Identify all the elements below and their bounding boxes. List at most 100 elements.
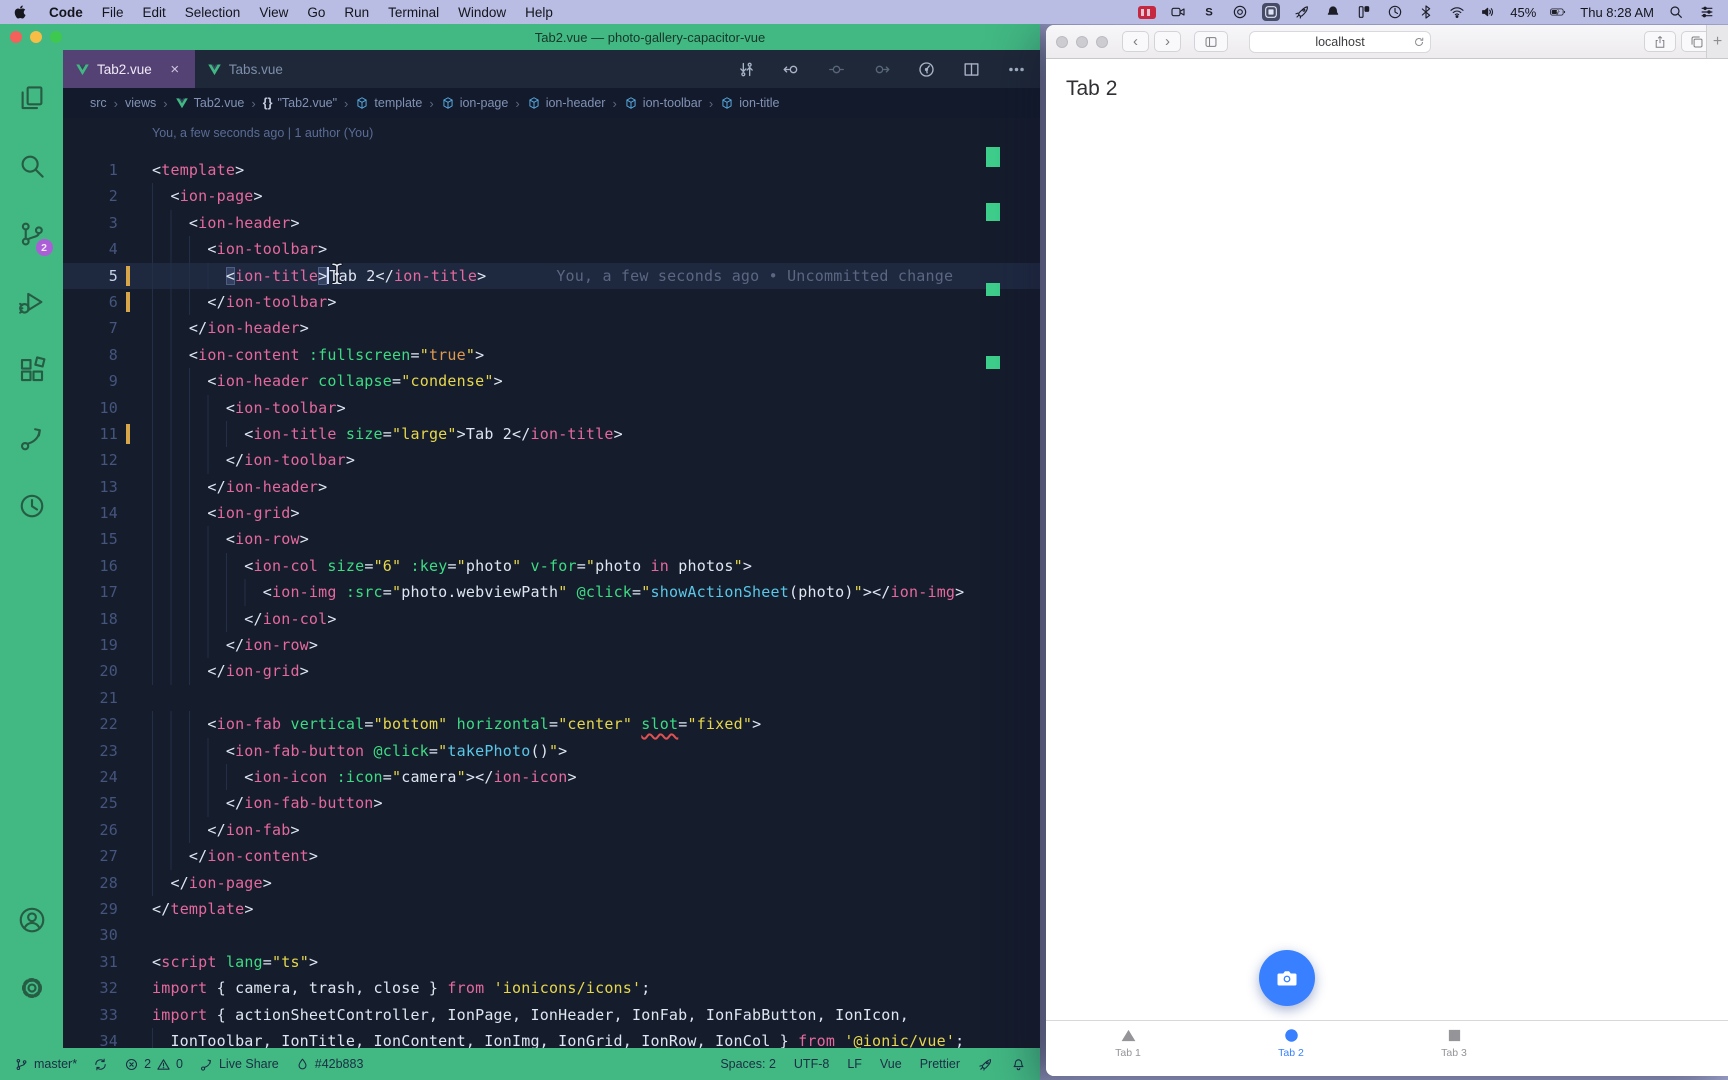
code-line-30[interactable]: 30: [63, 922, 1040, 948]
code-line-7[interactable]: 7</ion-header>: [63, 315, 1040, 341]
change-icon[interactable]: [827, 60, 846, 79]
code-line-2[interactable]: 2<ion-page>: [63, 183, 1040, 209]
vscode-title-bar[interactable]: Tab2.vue — photo-gallery-capacitor-vue: [0, 24, 1040, 50]
settings-icon[interactable]: [9, 954, 55, 1022]
editor-tab-tab2vue[interactable]: Tab2.vue×: [63, 50, 195, 88]
status-utf8[interactable]: UTF-8: [794, 1057, 829, 1071]
account-icon[interactable]: [9, 886, 55, 954]
split-editor-icon[interactable]: [962, 60, 981, 79]
app-tab-tab2[interactable]: Tab 2: [1248, 1028, 1334, 1059]
minimize-window-button[interactable]: [30, 31, 42, 43]
menu-item-selection[interactable]: Selection: [185, 5, 241, 20]
safari-minimize-button[interactable]: [1076, 36, 1088, 48]
code-line-10[interactable]: 10<ion-toolbar>: [63, 395, 1040, 421]
breadcrumb-item-tab2vue[interactable]: {}"Tab2.vue": [263, 96, 337, 110]
code-line-15[interactable]: 15<ion-row>: [63, 526, 1040, 552]
source-control-icon[interactable]: 2: [9, 200, 55, 268]
safari-close-button[interactable]: [1056, 36, 1068, 48]
code-line-5[interactable]: 5<ion-title>Tab 2</ion-title>You, a few …: [63, 263, 1040, 289]
safari-zoom-button[interactable]: [1096, 36, 1108, 48]
code-line-22[interactable]: 22<ion-fab vertical="bottom" horizontal=…: [63, 711, 1040, 737]
code-line-17[interactable]: 17<ion-img :src="photo.webviewPath" @cli…: [63, 579, 1040, 605]
code-line-29[interactable]: 29</template>: [63, 896, 1040, 922]
menu-item-go[interactable]: Go: [307, 5, 325, 20]
status-prettier[interactable]: Prettier: [920, 1057, 960, 1071]
compare-icon[interactable]: [737, 60, 756, 79]
code-line-19[interactable]: 19</ion-row>: [63, 632, 1040, 658]
menu-item-view[interactable]: View: [259, 5, 288, 20]
menu-item-code[interactable]: Code: [49, 5, 83, 20]
status-lf[interactable]: LF: [847, 1057, 862, 1071]
status-spaces2[interactable]: Spaces: 2: [720, 1057, 776, 1071]
video-camera-icon[interactable]: [1169, 3, 1187, 21]
status-rocket[interactable]: [978, 1057, 993, 1072]
extensions-icon[interactable]: [9, 336, 55, 404]
breadcrumb-item-ionheader[interactable]: ion-header: [527, 96, 606, 110]
status-2[interactable]: 20: [124, 1057, 183, 1072]
more-icon[interactable]: [1007, 60, 1026, 79]
spotlight-icon[interactable]: [1667, 3, 1685, 21]
screen-record-icon[interactable]: [1138, 6, 1156, 19]
zoom-window-button[interactable]: [50, 31, 62, 43]
menu-item-file[interactable]: File: [102, 5, 124, 20]
code-line-13[interactable]: 13</ion-header>: [63, 474, 1040, 500]
status-bell[interactable]: [1011, 1057, 1026, 1072]
code-line-33[interactable]: 33import { actionSheetController, IonPag…: [63, 1002, 1040, 1028]
status-42b883[interactable]: #42b883: [295, 1057, 364, 1072]
code-line-8[interactable]: 8<ion-content :fullscreen="true">: [63, 342, 1040, 368]
code-line-21[interactable]: 21: [63, 685, 1040, 711]
status-liveshare[interactable]: Live Share: [199, 1057, 279, 1072]
code-line-11[interactable]: 11<ion-title size="large">Tab 2</ion-tit…: [63, 421, 1040, 447]
code-line-24[interactable]: 24<ion-icon :icon="camera"></ion-icon>: [63, 764, 1040, 790]
menu-item-terminal[interactable]: Terminal: [388, 5, 439, 20]
forward-button[interactable]: ›: [1154, 31, 1181, 52]
new-tab-button[interactable]: +: [1706, 25, 1728, 58]
menu-item-help[interactable]: Help: [525, 5, 553, 20]
breadcrumb-item-ionpage[interactable]: ion-page: [441, 96, 509, 110]
status-vue[interactable]: Vue: [880, 1057, 902, 1071]
breadcrumb-item-tab2vue[interactable]: Tab2.vue: [175, 96, 245, 110]
app-tab-tab1[interactable]: Tab 1: [1085, 1028, 1171, 1059]
editor-tab-tabsvue[interactable]: Tabs.vue: [195, 50, 295, 88]
gitlens-authors-lens[interactable]: You, a few seconds ago | 1 author (You): [152, 126, 373, 140]
clock-menu-icon[interactable]: [1386, 3, 1404, 21]
code-line-32[interactable]: 32import { camera, trash, close } from '…: [63, 975, 1040, 1001]
code-line-26[interactable]: 26</ion-fab>: [63, 817, 1040, 843]
reload-icon[interactable]: [1413, 36, 1425, 48]
code-line-20[interactable]: 20</ion-grid>: [63, 658, 1040, 684]
wifi-icon[interactable]: [1448, 3, 1466, 21]
code-line-14[interactable]: 14<ion-grid>: [63, 500, 1040, 526]
code-line-12[interactable]: 12</ion-toolbar>: [63, 447, 1040, 473]
disc-icon[interactable]: [1231, 3, 1249, 21]
screen-capture-icon[interactable]: [1262, 3, 1280, 21]
breadcrumb-item-src[interactable]: src: [90, 96, 107, 110]
code-line-9[interactable]: 9<ion-header collapse="condense">: [63, 368, 1040, 394]
code-line-4[interactable]: 4<ion-toolbar>: [63, 236, 1040, 262]
volume-icon[interactable]: [1479, 3, 1497, 21]
camera-fab-button[interactable]: [1259, 950, 1315, 1006]
code-line-3[interactable]: 3<ion-header>: [63, 210, 1040, 236]
code-line-28[interactable]: 28</ion-page>: [63, 870, 1040, 896]
menu-item-window[interactable]: Window: [458, 5, 506, 20]
breadcrumb-item-views[interactable]: views: [125, 96, 156, 110]
menu-clock[interactable]: Thu 8:28 AM: [1580, 5, 1654, 20]
debug-icon[interactable]: [9, 268, 55, 336]
app-tab-tab3[interactable]: Tab 3: [1411, 1028, 1497, 1059]
code-line-16[interactable]: 16<ion-col size="6" :key="photo" v-for="…: [63, 553, 1040, 579]
search-icon[interactable]: [9, 132, 55, 200]
code-line-18[interactable]: 18</ion-col>: [63, 606, 1040, 632]
prev-change-icon[interactable]: [782, 60, 801, 79]
rocket-icon[interactable]: [1293, 3, 1311, 21]
code-line-31[interactable]: 31<script lang="ts">: [63, 949, 1040, 975]
close-window-button[interactable]: [10, 31, 22, 43]
code-editor[interactable]: You, a few seconds ago | 1 author (You) …: [63, 118, 1040, 1048]
close-tab-icon[interactable]: ×: [167, 61, 183, 78]
battery-icon[interactable]: [1549, 3, 1567, 21]
breadcrumb-item-iontitle[interactable]: ion-title: [720, 96, 779, 110]
control-center-icon[interactable]: [1698, 3, 1716, 21]
apple-menu-icon[interactable]: [12, 3, 30, 21]
address-bar[interactable]: localhost: [1249, 31, 1431, 53]
breadcrumb-item-template[interactable]: template: [355, 96, 422, 110]
explorer-icon[interactable]: [9, 64, 55, 132]
breadcrumb-item-iontoolbar[interactable]: ion-toolbar: [624, 96, 702, 110]
